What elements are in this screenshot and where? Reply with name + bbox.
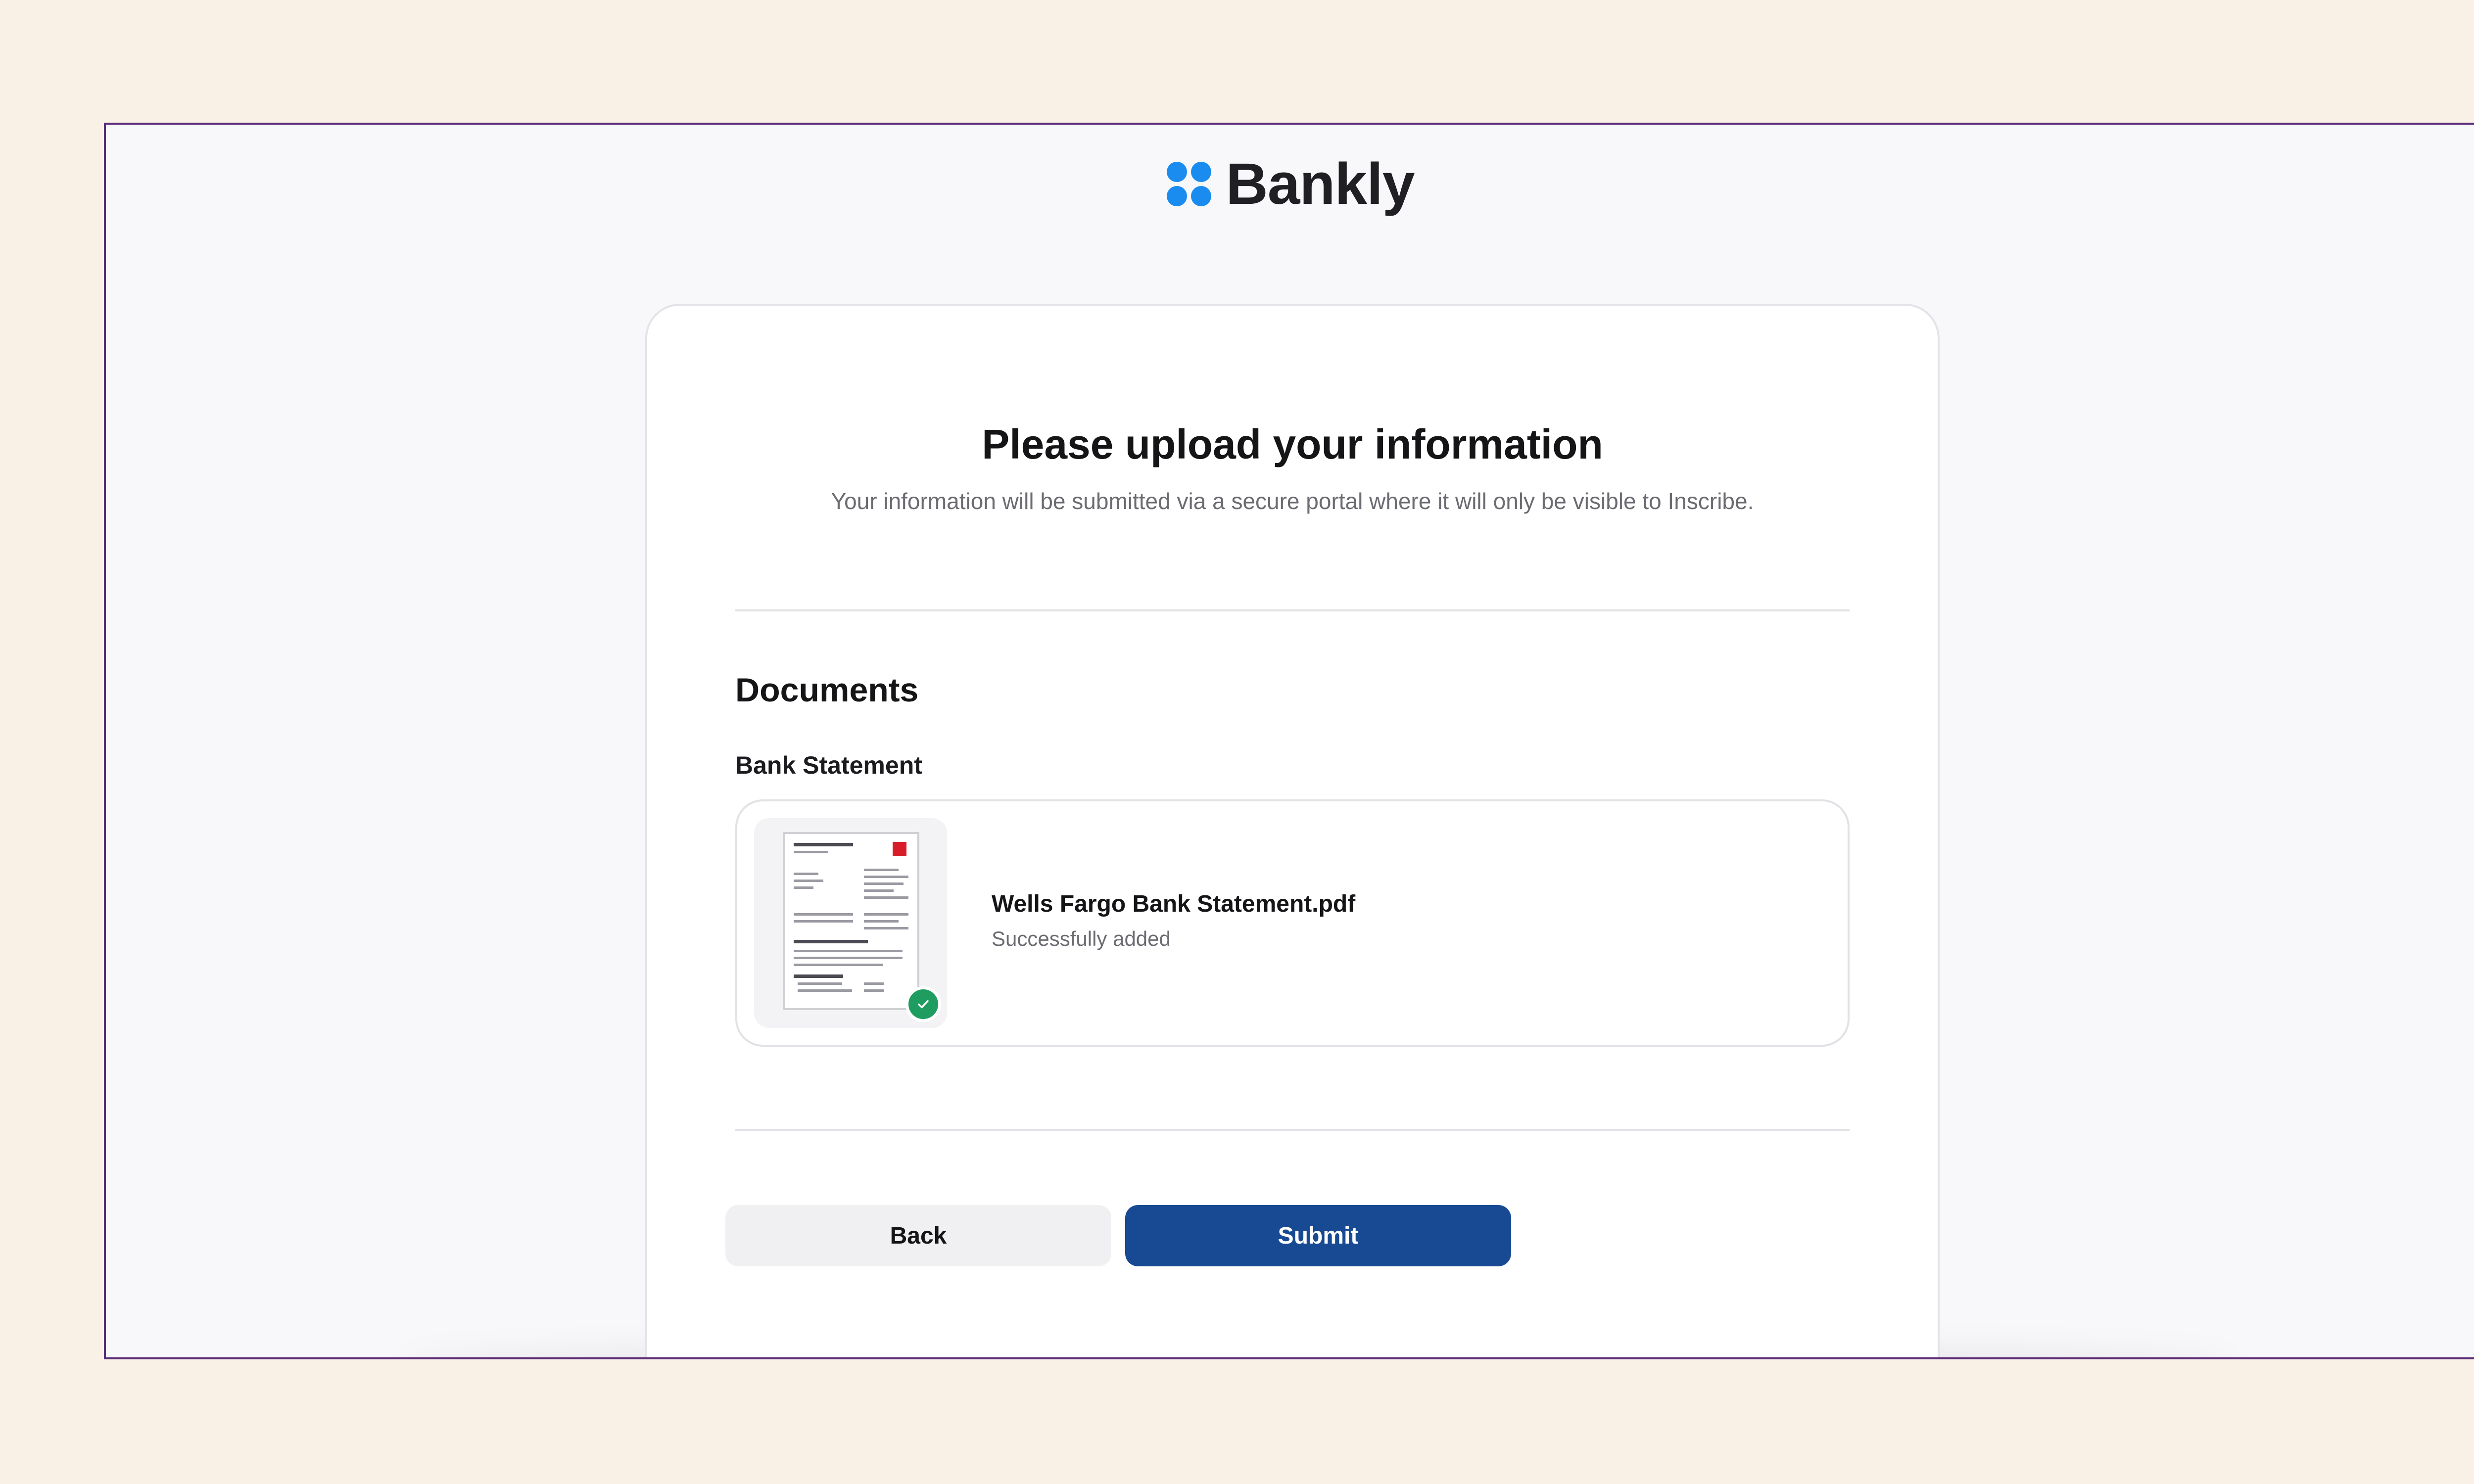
four-dots-logo-icon: [1166, 162, 1211, 206]
brand-name: Bankly: [1226, 151, 1415, 217]
upload-card: Please upload your information Your info…: [645, 304, 1940, 1357]
brand-header: Bankly: [106, 151, 2474, 217]
page-subtitle: Your information will be submitted via a…: [831, 488, 1754, 514]
check-icon: [905, 986, 941, 1022]
file-status: Successfully added: [992, 927, 1171, 950]
divider: [735, 1129, 1850, 1131]
submit-button[interactable]: Submit: [1125, 1205, 1511, 1266]
documents-section-title: Documents: [735, 671, 919, 709]
back-button[interactable]: Back: [725, 1205, 1111, 1266]
divider: [735, 609, 1850, 611]
bank-statement-label: Bank Statement: [735, 751, 922, 779]
browser-window: Bankly Please upload your information Yo…: [104, 123, 2474, 1359]
uploaded-file-card[interactable]: Wells Fargo Bank Statement.pdf Successfu…: [735, 799, 1850, 1047]
file-thumbnail: [754, 818, 947, 1028]
document-preview-icon: [783, 832, 919, 1010]
file-name: Wells Fargo Bank Statement.pdf: [992, 891, 1356, 917]
page-title: Please upload your information: [982, 421, 1603, 467]
